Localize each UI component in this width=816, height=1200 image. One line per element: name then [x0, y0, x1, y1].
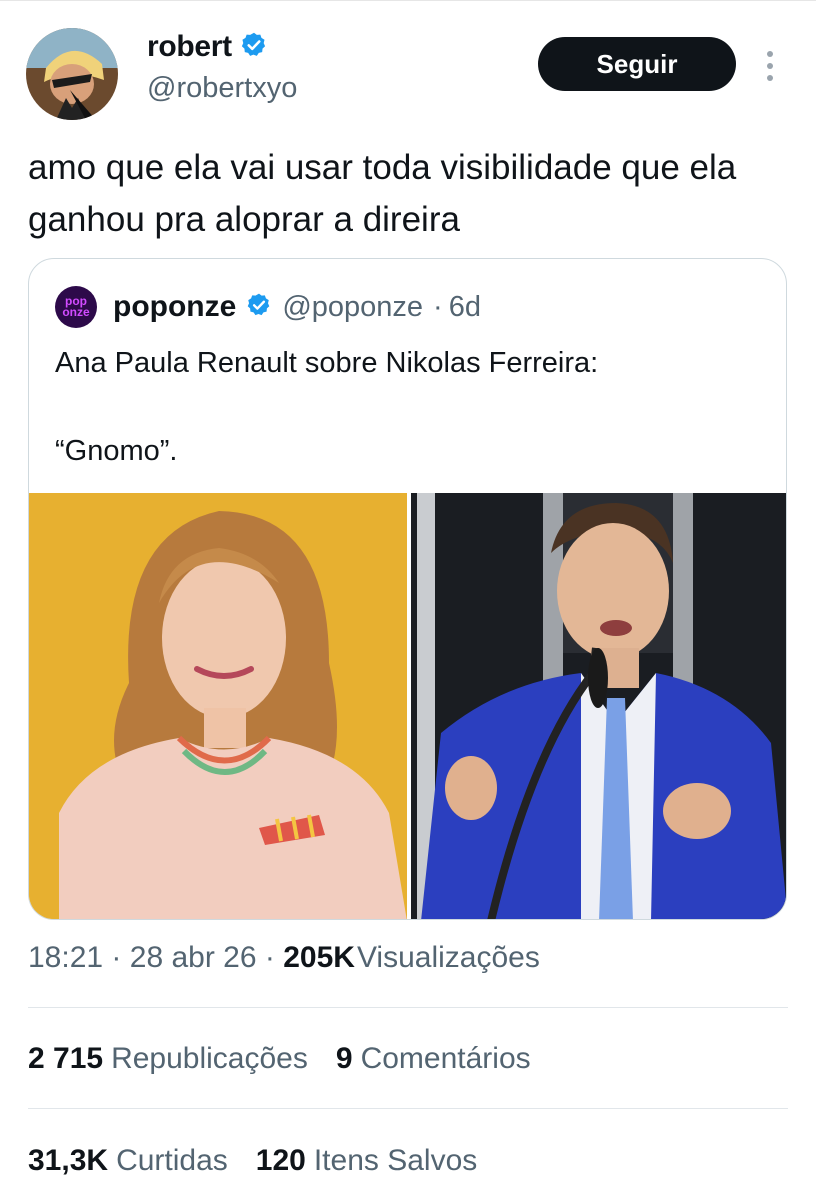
- quoted-text-line-2: “Gnomo”.: [55, 435, 178, 467]
- anime-character-avatar-icon: [26, 28, 118, 120]
- meta-separator: ·: [111, 941, 122, 974]
- reposts-stat[interactable]: 2 715 Republicações: [28, 1042, 308, 1076]
- stats-row-2: 31,3K Curtidas 120 Itens Salvos: [28, 1144, 477, 1178]
- tweet-time[interactable]: 18:21: [28, 941, 103, 974]
- comments-stat[interactable]: 9 Comentários: [336, 1042, 531, 1076]
- author-display-name[interactable]: robert: [147, 30, 232, 64]
- more-dot: [767, 75, 773, 81]
- man-speaking-image: [411, 493, 786, 919]
- reposts-count: 2 715: [28, 1042, 104, 1075]
- divider: [28, 1108, 788, 1109]
- stats-row-1: 2 715 Republicações 9 Comentários: [28, 1042, 531, 1076]
- quoted-author-row: poponze @poponze · 6d: [113, 286, 481, 328]
- quoted-photo-left[interactable]: [29, 493, 407, 919]
- quoted-handle[interactable]: @poponze: [282, 291, 423, 324]
- quoted-author-avatar[interactable]: pop onze: [55, 286, 97, 328]
- likes-stat[interactable]: 31,3K Curtidas: [28, 1144, 228, 1178]
- quoted-tweet-card[interactable]: pop onze poponze @poponze · 6d Ana Paula…: [28, 258, 787, 920]
- quoted-avatar-logo-bottom: onze: [62, 305, 90, 319]
- quoted-tweet-text: Ana Paula Renault sobre Nikolas Ferreira…: [55, 341, 755, 473]
- views-label: Visualizações: [356, 941, 540, 974]
- quoted-text-line-1: Ana Paula Renault sobre Nikolas Ferreira…: [55, 347, 599, 379]
- more-dot: [767, 51, 773, 57]
- tweet-meta: 18:21 · 28 abr 26 · 205KVisualizações: [28, 941, 540, 975]
- tweet-date[interactable]: 28 abr 26: [130, 941, 257, 974]
- saves-label: Itens Salvos: [313, 1144, 478, 1177]
- more-vertical-icon[interactable]: [756, 44, 784, 88]
- comments-count: 9: [335, 1042, 353, 1075]
- divider: [28, 1007, 788, 1008]
- quoted-display-name[interactable]: poponze: [113, 290, 236, 324]
- likes-label: Curtidas: [116, 1144, 228, 1177]
- more-dot: [767, 63, 773, 69]
- quoted-photo-right[interactable]: [411, 493, 786, 919]
- saves-stat[interactable]: 120 Itens Salvos: [256, 1144, 477, 1178]
- quoted-verified-badge-icon: [246, 292, 272, 323]
- quoted-text-blank-line: [55, 385, 755, 429]
- quoted-age[interactable]: 6d: [449, 291, 481, 324]
- reposts-label: Republicações: [111, 1042, 308, 1075]
- follow-button[interactable]: Seguir: [538, 37, 736, 91]
- woman-portrait-image: [29, 493, 407, 919]
- author-name-row: robert: [147, 30, 268, 64]
- meta-separator: ·: [264, 941, 275, 974]
- author-handle[interactable]: @robertxyo: [147, 72, 297, 105]
- top-divider: [0, 0, 816, 1]
- verified-badge-icon: [240, 31, 268, 64]
- likes-count: 31,3K: [28, 1144, 109, 1177]
- author-avatar[interactable]: [26, 28, 118, 120]
- comments-label: Comentários: [360, 1042, 531, 1075]
- saves-count: 120: [255, 1144, 306, 1177]
- quoted-separator: ·: [433, 290, 443, 323]
- views-count: 205K: [283, 941, 355, 974]
- tweet-text: amo que ela vai usar toda visibilidade q…: [28, 148, 737, 239]
